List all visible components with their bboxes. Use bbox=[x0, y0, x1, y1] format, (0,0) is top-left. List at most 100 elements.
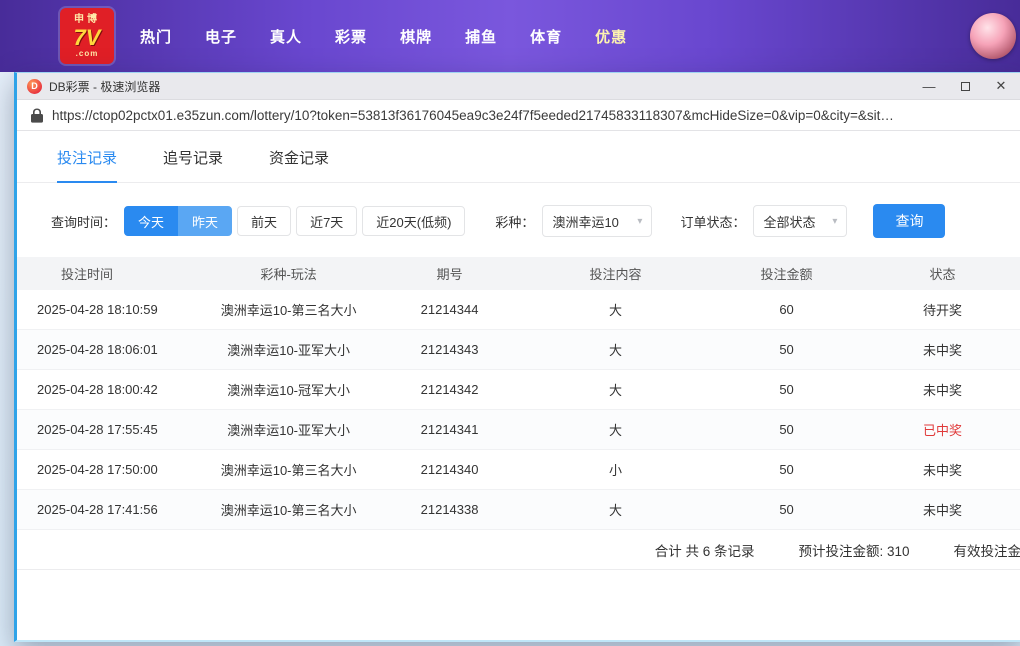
nav-item-slots[interactable]: 电子 bbox=[205, 26, 237, 47]
cell-content: 大 bbox=[609, 303, 623, 318]
close-icon[interactable]: ✕ bbox=[983, 75, 1019, 98]
cell-time: 2025-04-28 18:06:01 bbox=[37, 342, 158, 357]
chevron-down-icon: ▾ bbox=[637, 215, 643, 227]
brand-logo-cn: 申博 bbox=[74, 13, 100, 25]
tab-fund-records[interactable]: 资金记录 bbox=[269, 147, 329, 182]
col-header-amount: 投注金额 bbox=[760, 267, 813, 282]
cell-content: 大 bbox=[609, 423, 623, 438]
filter-bar: 查询时间： 今天 昨天 前天 近7天 近20天(低频) 彩种： 澳洲幸运10 ▾… bbox=[17, 183, 1020, 257]
lottery-select[interactable]: 澳洲幸运10 ▾ bbox=[542, 205, 653, 237]
cell-issue: 21214340 bbox=[420, 462, 479, 477]
address-bar[interactable]: https://ctop02pctx01.e35zun.com/lottery/… bbox=[17, 100, 1020, 131]
table-row: 2025-04-28 18:10:59 澳洲幸运10-第三名大小 2121434… bbox=[17, 290, 1020, 330]
cell-status: 未中奖 bbox=[922, 503, 962, 518]
tab-bet-records[interactable]: 投注记录 bbox=[57, 147, 118, 183]
table-row: 2025-04-28 17:50:00 澳洲幸运10-第三名大小 2121434… bbox=[17, 450, 1020, 490]
cell-status: 未中奖 bbox=[922, 383, 962, 398]
cell-amount: 50 bbox=[779, 382, 794, 397]
search-button[interactable]: 查询 bbox=[873, 204, 946, 238]
order-status-select[interactable]: 全部状态 ▾ bbox=[753, 205, 848, 237]
table-row: 2025-04-28 18:06:01 澳洲幸运10-亚军大小 21214343… bbox=[17, 330, 1020, 370]
order-status-value: 全部状态 bbox=[763, 214, 816, 230]
col-header-game: 彩种-玩法 bbox=[260, 267, 317, 282]
window-controls: — ✕ bbox=[911, 75, 1019, 98]
cell-time: 2025-04-28 17:50:00 bbox=[37, 462, 158, 477]
status-filter-label: 订单状态： bbox=[680, 214, 746, 230]
cell-game: 澳洲幸运10-第三名大小 bbox=[220, 463, 357, 478]
browser-window: D DB彩票 - 极速浏览器 — ✕ https://ctop02pctx01.… bbox=[14, 72, 1020, 642]
lock-icon[interactable] bbox=[31, 108, 43, 123]
time-filter-label: 查询时间： bbox=[51, 214, 117, 230]
cell-content: 小 bbox=[609, 463, 623, 478]
cell-amount: 50 bbox=[779, 502, 794, 517]
cell-game: 澳洲幸运10-亚军大小 bbox=[227, 423, 351, 438]
cell-issue: 21214338 bbox=[420, 502, 479, 517]
cell-game: 澳洲幸运10-第三名大小 bbox=[220, 503, 357, 518]
tab-chase-records[interactable]: 追号记录 bbox=[163, 147, 223, 182]
time-filter-yesterday[interactable]: 昨天 bbox=[178, 206, 233, 236]
brand-logo-com: .com bbox=[75, 48, 99, 58]
nav-item-cards[interactable]: 棋牌 bbox=[400, 26, 432, 47]
summary-total: 合计 共 6 条记录 bbox=[654, 543, 755, 559]
cell-status: 已中奖 bbox=[922, 423, 962, 438]
browser-app-icon: D bbox=[27, 78, 42, 94]
cell-status: 未中奖 bbox=[922, 463, 962, 478]
site-nav-items: 热门 电子 真人 彩票 棋牌 捕鱼 体育 优惠 bbox=[140, 26, 627, 47]
nav-item-lottery[interactable]: 彩票 bbox=[335, 26, 367, 47]
cell-amount: 50 bbox=[779, 342, 794, 357]
col-header-content: 投注内容 bbox=[589, 267, 642, 282]
cell-time: 2025-04-28 18:10:59 bbox=[37, 302, 158, 317]
lottery-select-value: 澳洲幸运10 bbox=[552, 214, 619, 230]
nav-item-fishing[interactable]: 捕鱼 bbox=[465, 26, 497, 47]
table-row: 2025-04-28 18:00:42 澳洲幸运10-冠军大小 21214342… bbox=[17, 370, 1020, 410]
cell-status: 待开奖 bbox=[922, 303, 962, 318]
user-avatar[interactable] bbox=[970, 13, 1016, 59]
table-row: 2025-04-28 17:41:56 澳洲幸运10-第三名大小 2121433… bbox=[17, 490, 1020, 530]
time-filter-7days[interactable]: 近7天 bbox=[296, 206, 358, 236]
chevron-down-icon: ▾ bbox=[832, 215, 838, 227]
cell-game: 澳洲幸运10-第三名大小 bbox=[220, 303, 357, 318]
url-text: https://ctop02pctx01.e35zun.com/lottery/… bbox=[52, 107, 894, 123]
nav-item-promo[interactable]: 优惠 bbox=[595, 26, 627, 47]
cell-time: 2025-04-28 17:55:45 bbox=[37, 422, 158, 437]
col-header-time: 投注时间 bbox=[61, 267, 114, 282]
time-filter-daybefore[interactable]: 前天 bbox=[237, 206, 292, 236]
cell-content: 大 bbox=[609, 503, 623, 518]
cell-amount: 50 bbox=[779, 422, 794, 437]
col-header-issue: 期号 bbox=[436, 267, 463, 282]
minimize-icon[interactable]: — bbox=[911, 75, 947, 98]
cell-issue: 21214343 bbox=[420, 342, 479, 357]
cell-amount: 50 bbox=[779, 462, 794, 477]
page-content: 投注记录 追号记录 资金记录 查询时间： 今天 昨天 前天 近7天 近20天(低… bbox=[17, 131, 1020, 640]
bet-records-table: 投注时间 彩种-玩法 期号 投注内容 投注金额 状态 2025-04-28 18… bbox=[17, 257, 1020, 570]
table-summary-row: 合计 共 6 条记录 预计投注金额: 310 有效投注金 bbox=[17, 530, 1020, 570]
cell-issue: 21214342 bbox=[420, 382, 479, 397]
brand-logo[interactable]: 申博 7V .com bbox=[60, 8, 114, 64]
cell-content: 大 bbox=[609, 343, 623, 358]
col-header-status: 状态 bbox=[929, 267, 956, 282]
cell-issue: 21214344 bbox=[420, 302, 479, 317]
cell-content: 大 bbox=[609, 383, 623, 398]
time-filter-20days[interactable]: 近20天(低频) bbox=[362, 206, 466, 236]
nav-item-live[interactable]: 真人 bbox=[270, 26, 302, 47]
cell-time: 2025-04-28 17:41:56 bbox=[37, 502, 158, 517]
cell-amount: 60 bbox=[779, 302, 794, 317]
nav-item-sports[interactable]: 体育 bbox=[530, 26, 562, 47]
cell-game: 澳洲幸运10-亚军大小 bbox=[227, 343, 351, 358]
lottery-filter-label: 彩种： bbox=[495, 214, 535, 230]
table-header-row: 投注时间 彩种-玩法 期号 投注内容 投注金额 状态 bbox=[17, 257, 1020, 290]
brand-logo-main: 7V bbox=[73, 24, 101, 50]
time-filter-today[interactable]: 今天 bbox=[124, 206, 179, 236]
window-title: DB彩票 - 极速浏览器 bbox=[49, 79, 161, 94]
cell-issue: 21214341 bbox=[420, 422, 479, 437]
summary-valid: 有效投注金 bbox=[953, 543, 1020, 559]
cell-game: 澳洲幸运10-冠军大小 bbox=[227, 383, 351, 398]
summary-expected: 预计投注金额: 310 bbox=[798, 543, 910, 559]
cell-status: 未中奖 bbox=[922, 343, 962, 358]
table-body: 2025-04-28 18:10:59 澳洲幸运10-第三名大小 2121434… bbox=[17, 290, 1020, 530]
site-top-nav: 申博 7V .com 热门 电子 真人 彩票 棋牌 捕鱼 体育 优惠 bbox=[0, 0, 1020, 72]
maximize-icon[interactable] bbox=[947, 75, 983, 98]
nav-item-hot[interactable]: 热门 bbox=[140, 26, 172, 47]
cell-time: 2025-04-28 18:00:42 bbox=[37, 382, 158, 397]
table-row: 2025-04-28 17:55:45 澳洲幸运10-亚军大小 21214341… bbox=[17, 410, 1020, 450]
